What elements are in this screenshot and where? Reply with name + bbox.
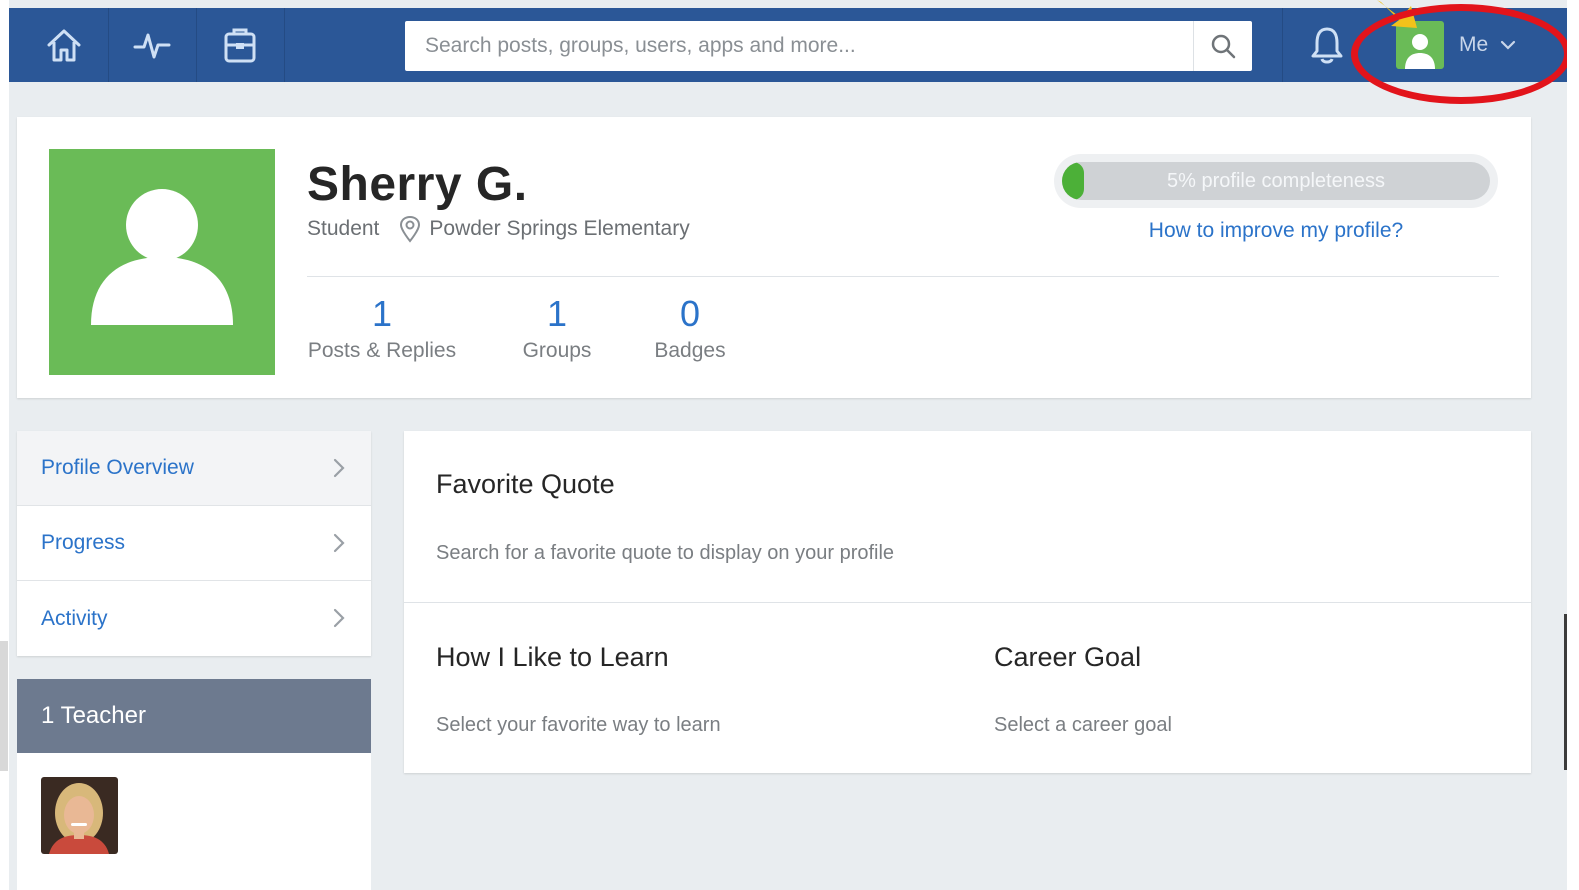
profile-school[interactable]: Powder Springs Elementary — [429, 217, 689, 241]
progress-track: 5% profile completeness — [1062, 162, 1490, 200]
bell-icon — [1311, 27, 1343, 64]
divider — [404, 602, 1531, 603]
avatar — [1396, 21, 1444, 69]
sidenav-item-progress[interactable]: Progress — [17, 506, 371, 581]
user-icon — [91, 189, 233, 325]
profile-avatar[interactable] — [49, 149, 275, 375]
career-goal-prompt[interactable]: Select a career goal — [994, 714, 1172, 737]
app: Me Sherry G. Student Powder Springs Elem… — [9, 0, 1567, 890]
career-goal-title: Career Goal — [994, 642, 1142, 672]
sidenav-item-label: Profile Overview — [41, 456, 194, 479]
teacher-photo-image — [41, 777, 118, 854]
stat-label: Badges — [654, 339, 726, 362]
stat-value: 1 — [546, 293, 568, 334]
window-edge — [1564, 614, 1567, 770]
profile-header-card: Sherry G. Student Powder Springs Element… — [17, 117, 1531, 398]
improve-profile-link[interactable]: How to improve my profile? — [1049, 219, 1503, 243]
search-button[interactable] — [1193, 21, 1252, 71]
teachers-header-label: 1 Teacher — [41, 702, 146, 729]
home-icon — [47, 29, 81, 62]
search-box — [405, 21, 1252, 71]
activity-button[interactable] — [108, 8, 197, 82]
profile-role: Student — [307, 217, 380, 240]
chevron-right-icon — [333, 533, 345, 553]
stat-value: 0 — [679, 293, 701, 334]
teachers-list — [17, 753, 371, 890]
profile-overview-card: Favorite Quote Search for a favorite quo… — [404, 431, 1531, 773]
search-input[interactable] — [405, 21, 1191, 71]
stat-posts-replies[interactable]: 1 Posts & Replies — [307, 293, 457, 363]
stat-groups[interactable]: 1 Groups — [512, 293, 602, 363]
chevron-right-icon — [333, 608, 345, 628]
progress-text: 5% profile completeness — [1167, 170, 1385, 192]
window-edge — [0, 641, 8, 771]
sidenav-item-label: Activity — [41, 606, 108, 630]
notifications-button[interactable] — [1282, 8, 1371, 82]
stat-value: 1 — [371, 293, 393, 334]
sidenav-item-label: Progress — [41, 531, 126, 554]
stat-badges[interactable]: 0 Badges — [645, 293, 735, 363]
profile-sidenav: Profile Overview Progress Activity — [17, 431, 371, 656]
location-pin-icon — [400, 215, 421, 243]
pulse-icon — [133, 33, 171, 59]
top-navbar: Me — [9, 8, 1567, 82]
sidenav-item-profile-overview[interactable]: Profile Overview — [17, 431, 371, 506]
chevron-down-icon — [1501, 40, 1516, 50]
profile-name: Sherry G. — [307, 158, 528, 211]
favorite-quote-title: Favorite Quote — [436, 469, 615, 499]
stat-label: Posts & Replies — [307, 339, 457, 362]
learn-style-title: How I Like to Learn — [436, 642, 669, 672]
divider — [307, 276, 1499, 277]
window-edge — [1567, 0, 1579, 890]
learn-style-prompt[interactable]: Select your favorite way to learn — [436, 714, 721, 737]
backpack-button[interactable] — [196, 8, 285, 82]
teachers-header: 1 Teacher — [17, 679, 371, 753]
profile-completeness-bar: 5% profile completeness — [1054, 154, 1498, 208]
stat-label: Groups — [522, 339, 592, 362]
teacher-avatar[interactable] — [41, 777, 118, 854]
search-icon — [1211, 34, 1236, 59]
favorite-quote-prompt[interactable]: Search for a favorite quote to display o… — [436, 542, 894, 565]
profile-subtitle: Student Powder Springs Elementary — [307, 215, 690, 243]
chevron-right-icon — [333, 458, 345, 478]
user-icon — [1405, 34, 1435, 69]
sidenav-item-activity[interactable]: Activity — [17, 581, 371, 656]
me-label: Me — [1459, 33, 1489, 56]
backpack-icon — [224, 28, 256, 63]
me-menu-button[interactable]: Me — [1387, 8, 1537, 82]
home-button[interactable] — [20, 8, 109, 82]
